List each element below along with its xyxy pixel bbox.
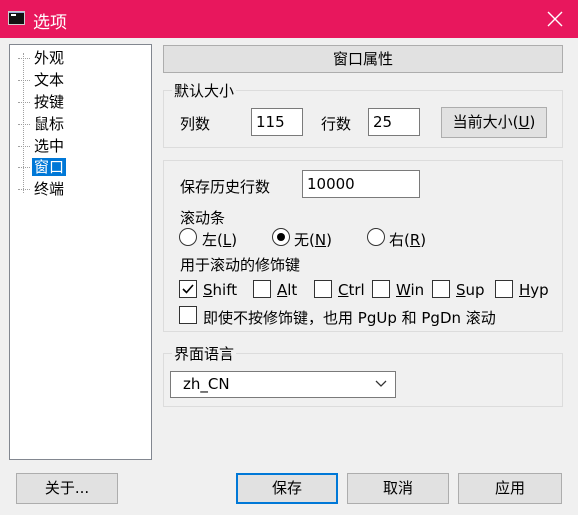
section-header: 窗口属性 (163, 45, 563, 73)
win-label: Win (396, 281, 425, 299)
win-checkbox[interactable] (372, 280, 390, 298)
tree-item-label: 终端 (34, 180, 65, 198)
tree-item-keys[interactable]: 按键 (18, 92, 66, 113)
tree-item-label: 选中 (34, 137, 65, 155)
tree-item-text[interactable]: 文本 (18, 70, 66, 91)
ctrl-checkbox[interactable] (314, 280, 332, 298)
scrollbar-none-radio[interactable] (272, 228, 290, 246)
modifiers-label: 用于滚动的修饰键 (180, 256, 301, 274)
language-value: zh_CN (183, 375, 230, 393)
ctrl-label: Ctrl (338, 281, 365, 299)
tree-item-window[interactable]: 窗口 (18, 157, 67, 178)
tree-item-label: 文本 (34, 71, 65, 89)
tree-item-appearance[interactable]: 外观 (18, 48, 66, 69)
window-title: 选项 (33, 13, 67, 33)
shift-label: Shift (203, 281, 238, 299)
terminal-icon (8, 11, 25, 25)
pgupdn-label: 即使不按修饰键，也用 PgUp 和 PgDn 滚动 (203, 309, 496, 327)
scrollbar-none-label: 无(N) (294, 231, 332, 249)
default-size-title: 默认大小 (172, 80, 237, 101)
scrollbar-left-radio[interactable] (179, 228, 197, 246)
columns-label: 列数 (180, 115, 211, 133)
close-button[interactable] (532, 0, 578, 38)
tree-item-mouse[interactable]: 鼠标 (18, 114, 66, 135)
scrollbar-left-label: 左(L) (202, 231, 238, 249)
category-tree[interactable]: 外观 文本 按键 鼠标 选中 窗口 终端 (9, 44, 152, 460)
cancel-button[interactable]: 取消 (347, 473, 449, 504)
current-size-button[interactable]: 当前大小(U) (441, 107, 547, 138)
about-button[interactable]: 关于... (16, 473, 118, 504)
history-input[interactable]: 10000 (302, 170, 420, 198)
rows-input[interactable]: 25 (368, 108, 420, 136)
title-bar: 选项 (0, 0, 578, 38)
tree-item-selection[interactable]: 选中 (18, 136, 66, 157)
alt-label: Alt (277, 281, 298, 299)
columns-input[interactable]: 115 (251, 108, 303, 136)
tree-item-label: 鼠标 (34, 115, 65, 133)
apply-button[interactable]: 应用 (458, 473, 562, 504)
history-label: 保存历史行数 (180, 178, 271, 196)
tree-item-label: 按键 (34, 93, 65, 111)
scrollbar-right-label: 右(R) (389, 231, 427, 249)
tree-item-terminal[interactable]: 终端 (18, 179, 66, 200)
chevron-down-icon (375, 380, 387, 387)
rows-label: 行数 (321, 115, 352, 133)
shift-checkbox[interactable] (179, 280, 197, 298)
save-button[interactable]: 保存 (236, 473, 338, 504)
sup-label: Sup (456, 281, 485, 299)
close-icon (547, 11, 563, 27)
language-select[interactable]: zh_CN (170, 371, 396, 398)
language-title: 界面语言 (172, 343, 237, 364)
alt-checkbox[interactable] (253, 280, 271, 298)
pgupdn-checkbox[interactable] (179, 306, 197, 324)
tree-item-label: 外观 (34, 49, 65, 67)
hyp-label: Hyp (519, 281, 549, 299)
scrollbar-label: 滚动条 (180, 209, 226, 227)
sup-checkbox[interactable] (432, 280, 450, 298)
tree-item-label: 窗口 (32, 158, 67, 176)
scrollbar-right-radio[interactable] (367, 228, 385, 246)
hyp-checkbox[interactable] (495, 280, 513, 298)
check-icon (182, 284, 194, 294)
